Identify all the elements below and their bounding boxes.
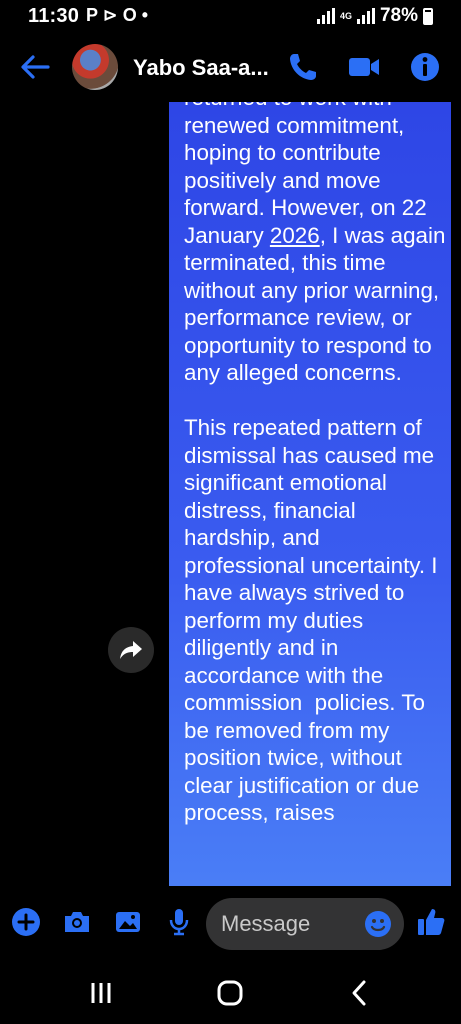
chat-header: Yabo Saa-a... [0,40,461,96]
phone-icon[interactable] [286,50,320,84]
status-right: 4G 78% [316,5,433,27]
network-type: 4G [339,10,352,21]
share-button[interactable] [108,627,154,673]
video-camera-icon[interactable] [347,50,381,84]
contact-name[interactable]: Yabo Saa-a... [133,55,269,81]
notification-icons: P ⊳ O • [86,5,149,25]
battery-percent: 78% [379,5,418,26]
message-placeholder: Message [221,911,311,936]
arrow-left-icon[interactable] [18,52,52,82]
microphone-icon[interactable] [164,907,194,937]
message-bubble[interactable]: returned to work with renewed commitment… [169,102,451,886]
message-composer: Message [0,895,461,955]
image-icon[interactable] [113,907,143,937]
back-nav-icon[interactable] [345,978,375,1008]
thumbs-up-icon[interactable] [415,906,447,938]
cell-signal-icon [356,8,375,24]
share-forward-icon [120,641,142,659]
date-link[interactable]: 2026 [270,223,320,248]
message-text-part-2: , I was again terminated, this time with… [184,222,446,826]
message-text: returned to work with renewed commitment… [184,102,446,827]
plus-icon[interactable] [11,907,41,937]
message-input[interactable]: Message [206,898,404,950]
battery-icon [423,7,433,25]
avatar[interactable] [72,44,118,90]
home-icon[interactable] [215,978,245,1008]
status-bar: 11:30 P ⊳ O • 4G 78% [0,0,461,34]
info-icon[interactable] [408,50,442,84]
status-time: 11:30 [28,5,80,27]
camera-icon[interactable] [62,907,92,937]
recent-apps-icon[interactable] [86,978,116,1008]
system-nav-bar [0,960,461,1024]
emoji-icon[interactable] [364,910,392,938]
wifi-signal-icon [316,8,335,24]
